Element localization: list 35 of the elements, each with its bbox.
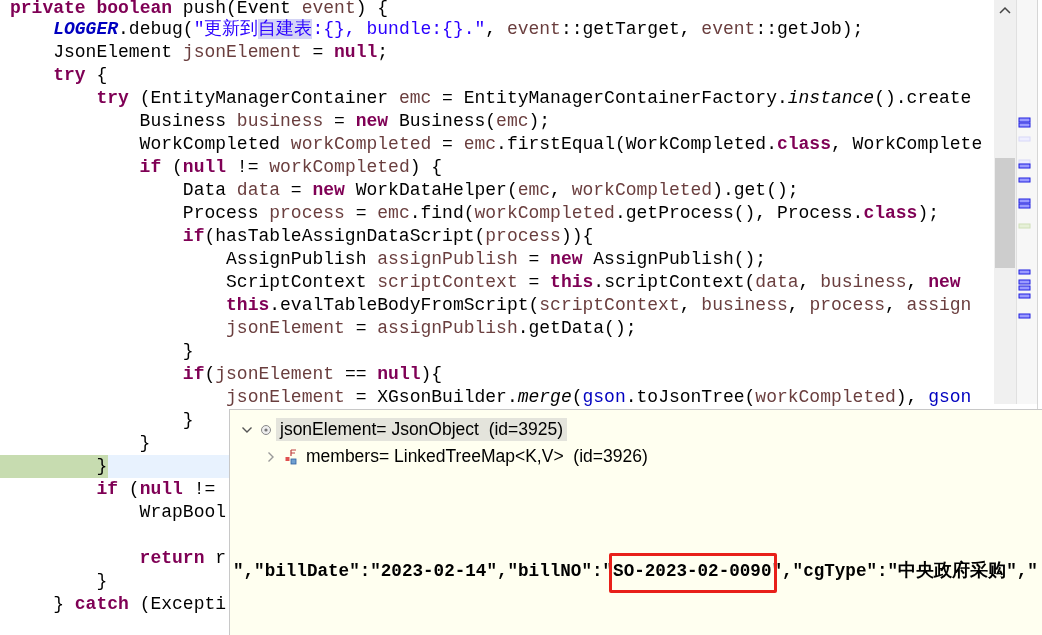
code-line: Process process = emc.find(workCompleted.getProcess(), Process.class); bbox=[181, 201, 939, 225]
code-line: jsonElement = XGsonBuilder.merge(gson.toJsonTree(workCompleted), gson bbox=[225, 385, 972, 409]
code-line: ScriptContext scriptContext = this.scriptContext(data, business, new bbox=[225, 270, 961, 294]
scrollbar[interactable] bbox=[994, 0, 1016, 404]
scrollbar-thumb[interactable] bbox=[995, 158, 1015, 268]
code-line: } bbox=[95, 569, 109, 593]
object-icon bbox=[260, 423, 272, 436]
code-line: private boolean push(Event event) { bbox=[9, 0, 389, 18]
code-line: jsonElement = assignPublish.getData(); bbox=[225, 316, 637, 340]
code-line: } bbox=[138, 431, 152, 455]
code-line: if (null != bbox=[95, 477, 217, 501]
code-line: } bbox=[181, 408, 195, 432]
scroll-up-icon[interactable] bbox=[999, 6, 1011, 14]
chevron-right-icon[interactable] bbox=[267, 450, 275, 463]
code-line: if(hasTableAssignDataScript(process)){ bbox=[181, 224, 594, 248]
code-line: Data data = new WorkDataHelper(emc, workCompleted).get(); bbox=[181, 178, 799, 202]
code-line: try (EntityManagerContainer emc = EntityManagerContainerFactory.instance().create bbox=[95, 86, 972, 110]
code-line: AssignPublish assignPublish = new AssignPublish(); bbox=[225, 247, 767, 271]
code-line: if (null != workCompleted) { bbox=[138, 155, 443, 179]
code-line: if(jsonElement == null){ bbox=[181, 362, 443, 386]
chevron-down-icon[interactable] bbox=[241, 425, 253, 434]
code-line: JsonElement jsonElement = null; bbox=[52, 40, 389, 64]
tree-item[interactable]: members= LinkedTreeMap<K,V> (id=3926) bbox=[302, 445, 652, 468]
tree-item[interactable]: jsonElement= JsonObject (id=3925) bbox=[276, 418, 568, 441]
code-line: LOGGER.debug("更新到自建表:{}, bundle:{}.", event::getTarget, event::getJob); bbox=[52, 17, 864, 41]
code-line: try { bbox=[52, 63, 109, 87]
code-line: WorkCompleted workCompleted = emc.firstEqual(WorkCompleted.class, WorkComplete bbox=[138, 132, 983, 156]
code-line: } catch (Excepti bbox=[52, 592, 228, 616]
field-icon bbox=[284, 448, 298, 465]
code-line: WrapBool bbox=[138, 500, 228, 524]
overview-ruler[interactable] bbox=[1016, 0, 1037, 404]
code-line: Business business = new Business(emc); bbox=[138, 109, 551, 133]
code-line: } bbox=[181, 339, 195, 363]
code-line: return r bbox=[138, 546, 228, 570]
code-line: this.evalTableBodyFromScript(scriptContext, business, process, assign bbox=[225, 293, 972, 317]
